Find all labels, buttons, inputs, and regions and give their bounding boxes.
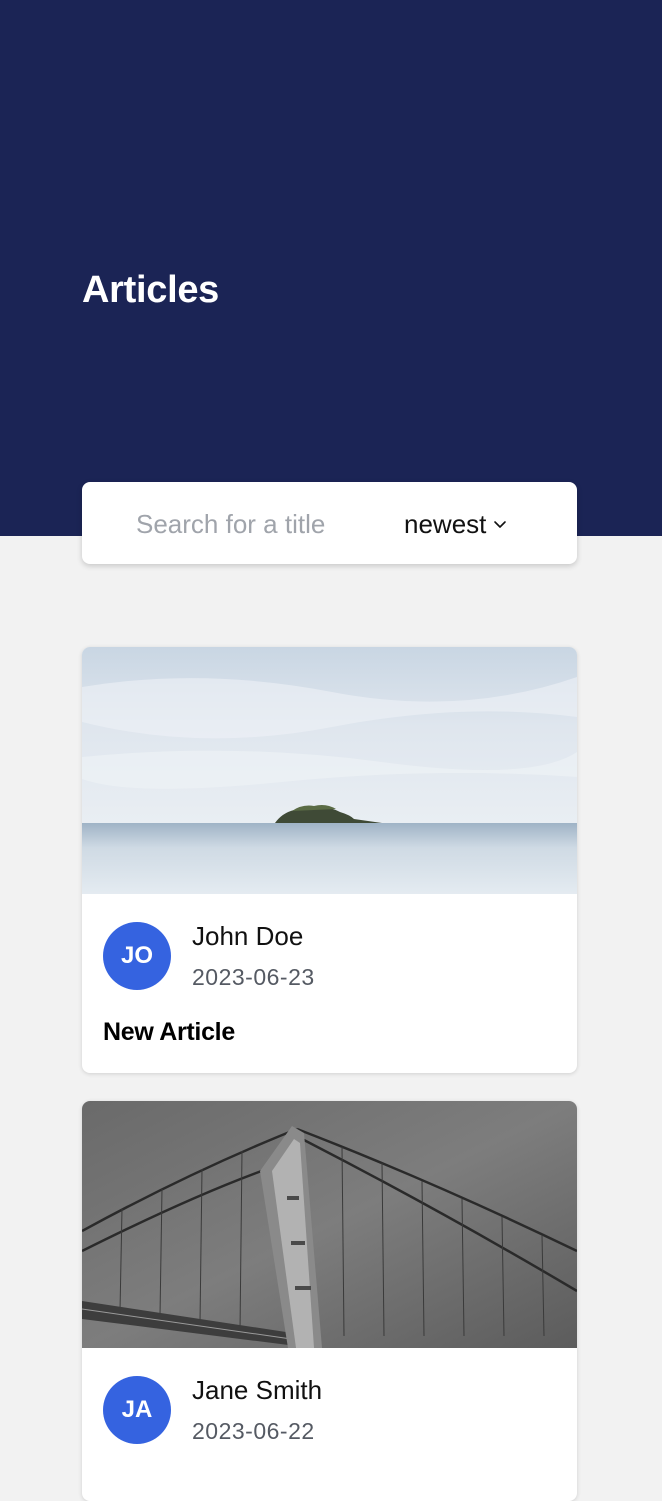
avatar: JO xyxy=(103,922,171,990)
author-name: Jane Smith xyxy=(192,1375,323,1405)
article-image-seascape xyxy=(82,647,577,894)
sort-dropdown[interactable]: newest xyxy=(404,502,508,546)
article-card[interactable]: JA Jane Smith 2023-06-22 xyxy=(82,1101,577,1501)
article-title[interactable]: New Article xyxy=(103,1016,235,1048)
search-bar: newest xyxy=(82,482,577,564)
article-card[interactable]: JO John Doe 2023-06-23 New Article xyxy=(82,647,577,1073)
post-date: 2023-06-23 xyxy=(192,964,315,990)
search-input[interactable] xyxy=(136,502,376,546)
avatar: JA xyxy=(103,1376,171,1444)
page-title: Articles xyxy=(82,269,220,311)
chevron-down-icon xyxy=(494,521,507,528)
sort-selected-value: newest xyxy=(404,508,487,539)
article-image-bridge xyxy=(82,1101,577,1348)
page-header: Articles xyxy=(0,0,662,536)
post-date: 2023-06-22 xyxy=(192,1418,315,1444)
author-name: John Doe xyxy=(192,921,304,951)
